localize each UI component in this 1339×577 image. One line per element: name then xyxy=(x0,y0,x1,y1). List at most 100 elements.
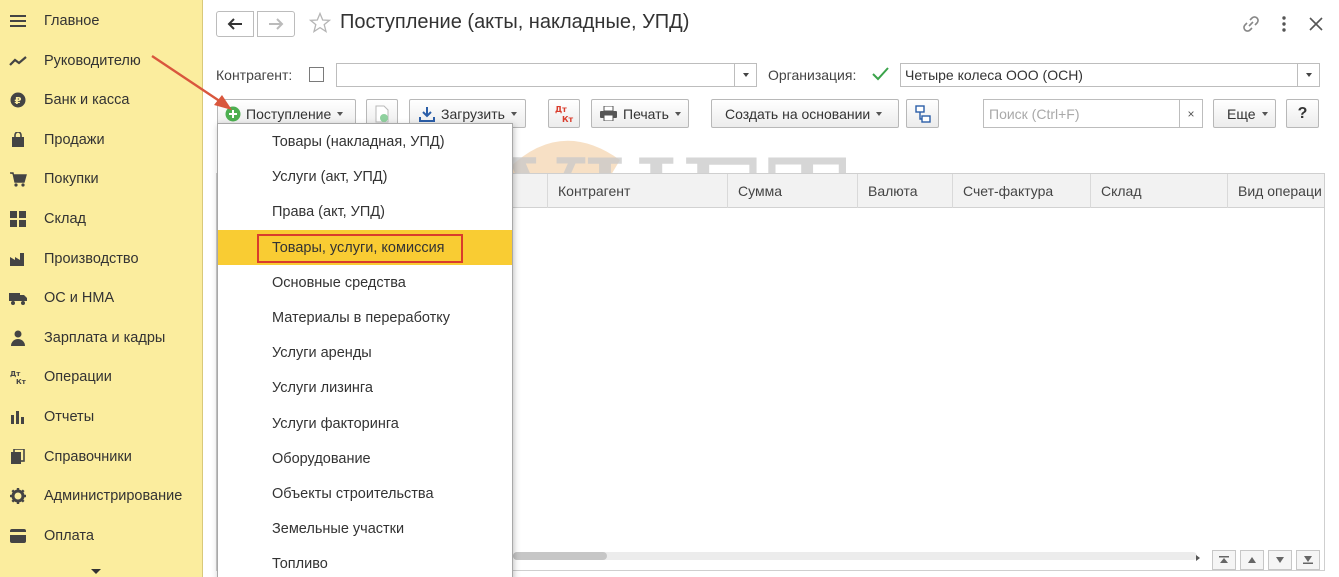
more-button-label: Еще xyxy=(1227,105,1256,122)
counterparty-field[interactable] xyxy=(336,63,757,87)
printer-icon xyxy=(600,106,617,121)
sidebar-item-production[interactable]: Производство xyxy=(0,242,202,276)
counterparty-checkbox[interactable] xyxy=(309,67,324,82)
books-icon xyxy=(9,448,27,466)
sidebar-item-assets[interactable]: ОС и НМА xyxy=(0,281,202,315)
print-button-label: Печать xyxy=(623,105,669,122)
menu-item-label: Услуги (акт, УПД) xyxy=(272,168,388,185)
arrow-right-icon xyxy=(269,18,284,30)
counterparty-dropdown-button[interactable] xyxy=(734,64,756,86)
dt-kt-top: Дт xyxy=(555,105,567,114)
menu-item-leasing-services[interactable]: Услуги лизинга xyxy=(218,370,512,405)
structure-icon xyxy=(914,104,931,123)
menu-item-materials-processing[interactable]: Материалы в переработку xyxy=(218,300,512,335)
coin-icon: ₽ xyxy=(9,91,27,109)
sidebar-item-admin[interactable]: Администрирование xyxy=(0,479,202,513)
menu-item-label: Материалы в переработку xyxy=(272,309,451,326)
menu-item-goods-invoice[interactable]: Товары (накладная, УПД) xyxy=(218,124,512,159)
search-input[interactable]: Поиск (Ctrl+F) × xyxy=(983,99,1203,128)
sidebar-item-label: Продажи xyxy=(44,132,105,148)
column-header-invoice[interactable]: Счет-фактура xyxy=(952,174,1090,208)
sidebar-item-label: Главное xyxy=(44,13,100,29)
structure-button[interactable] xyxy=(906,99,939,128)
menu-item-fixed-assets[interactable]: Основные средства xyxy=(218,265,512,300)
menu-item-equipment[interactable]: Оборудование xyxy=(218,441,512,476)
column-header-warehouse[interactable]: Склад xyxy=(1090,174,1227,208)
close-icon[interactable] xyxy=(1308,14,1324,34)
scroll-to-top-button[interactable] xyxy=(1212,550,1236,570)
create-based-button[interactable]: Создать на основании xyxy=(711,99,899,128)
organization-field[interactable]: Четыре колеса ООО (ОСН) xyxy=(900,63,1320,87)
menu-item-label: Основные средства xyxy=(272,274,406,291)
sidebar-item-sales[interactable]: Продажи xyxy=(0,123,202,157)
column-header-currency[interactable]: Валюта xyxy=(857,174,952,208)
menu-item-rent-services[interactable]: Услуги аренды xyxy=(218,335,512,370)
first-row-icon xyxy=(1219,556,1229,563)
more-vertical-icon[interactable] xyxy=(1278,14,1290,34)
column-header-operation-type[interactable]: Вид операци xyxy=(1227,174,1324,208)
dt-kt-bottom: Кт xyxy=(562,115,574,124)
last-row-icon xyxy=(1303,556,1313,564)
factory-icon xyxy=(9,250,27,268)
create-based-button-label: Создать на основании xyxy=(725,105,871,122)
menu-item-label: Права (акт, УПД) xyxy=(272,203,385,220)
search-clear-button[interactable]: × xyxy=(1179,100,1202,127)
sidebar-item-salary[interactable]: Зарплата и кадры xyxy=(0,321,202,355)
menu-item-rights-act[interactable]: Права (акт, УПД) xyxy=(218,194,512,229)
sidebar-item-label: Оплата xyxy=(44,528,94,544)
help-button[interactable]: ? xyxy=(1286,99,1319,128)
chevron-down-icon xyxy=(1305,73,1312,77)
load-button-label: Загрузить xyxy=(441,105,505,122)
checkmark-icon xyxy=(872,67,889,81)
print-button[interactable]: Печать xyxy=(591,99,689,128)
column-header-amount[interactable]: Сумма xyxy=(727,174,857,208)
menu-item-services-act[interactable]: Услуги (акт, УПД) xyxy=(218,159,512,194)
gear-icon xyxy=(9,487,27,505)
sidebar-item-label: Склад xyxy=(44,211,86,227)
arrow-left-icon xyxy=(227,18,242,30)
menu-item-construction[interactable]: Объекты строительства xyxy=(218,476,512,511)
scroll-right-arrow-icon[interactable] xyxy=(1196,555,1200,561)
dt-kt-button[interactable]: Дт Кт xyxy=(548,99,580,128)
favorite-star-icon[interactable] xyxy=(309,12,331,34)
menu-item-label: Товары, услуги, комиссия xyxy=(272,239,445,256)
svg-text:Кт: Кт xyxy=(16,378,27,385)
horizontal-scrollbar[interactable] xyxy=(513,552,1197,560)
organization-checkbox[interactable] xyxy=(872,67,889,82)
scrollbar-thumb[interactable] xyxy=(513,552,607,560)
chevron-down-icon xyxy=(674,111,681,116)
more-button[interactable]: Еще xyxy=(1213,99,1276,128)
download-icon xyxy=(419,106,435,122)
menu-item-label: Оборудование xyxy=(272,450,371,467)
scroll-up-button[interactable] xyxy=(1240,550,1264,570)
scroll-to-bottom-button[interactable] xyxy=(1296,550,1320,570)
sidebar-item-label: ОС и НМА xyxy=(44,290,115,306)
sidebar-item-label: Справочники xyxy=(44,449,132,465)
menu-item-goods-services-commission[interactable]: Товары, услуги, комиссия xyxy=(218,230,512,265)
organization-dropdown-button[interactable] xyxy=(1297,64,1319,86)
scroll-down-arrow-icon[interactable] xyxy=(91,569,101,574)
menu-item-factoring-services[interactable]: Услуги факторинга xyxy=(218,406,512,441)
column-header-counterparty[interactable]: Контрагент xyxy=(547,174,727,208)
sidebar-item-payment[interactable]: Оплата xyxy=(0,519,202,553)
sidebar-item-label: Операции xyxy=(44,369,112,385)
chevron-down-icon xyxy=(742,73,749,77)
sidebar-item-warehouse[interactable]: Склад xyxy=(0,202,202,236)
forward-button[interactable] xyxy=(257,11,295,37)
sidebar-item-reports[interactable]: Отчеты xyxy=(0,400,202,434)
menu-item-label: Услуги лизинга xyxy=(272,379,373,396)
search-placeholder: Поиск (Ctrl+F) xyxy=(989,106,1080,122)
sidebar-item-main[interactable]: Главное xyxy=(0,4,202,38)
sidebar-item-label: Покупки xyxy=(44,171,99,187)
menu-item-fuel[interactable]: Топливо xyxy=(218,546,512,577)
scroll-down-button[interactable] xyxy=(1268,550,1292,570)
bar-chart-icon xyxy=(9,408,27,426)
menu-item-land-plots[interactable]: Земельные участки xyxy=(218,511,512,546)
back-button[interactable] xyxy=(216,11,254,37)
sidebar-item-operations[interactable]: Дт Кт Операции xyxy=(0,360,202,394)
dt-kt-icon: ДтКт xyxy=(9,368,27,386)
link-icon[interactable] xyxy=(1241,14,1261,34)
sidebar-item-purchases[interactable]: Покупки xyxy=(0,162,202,196)
chevron-down-icon xyxy=(1261,111,1268,116)
sidebar-item-directories[interactable]: Справочники xyxy=(0,440,202,474)
